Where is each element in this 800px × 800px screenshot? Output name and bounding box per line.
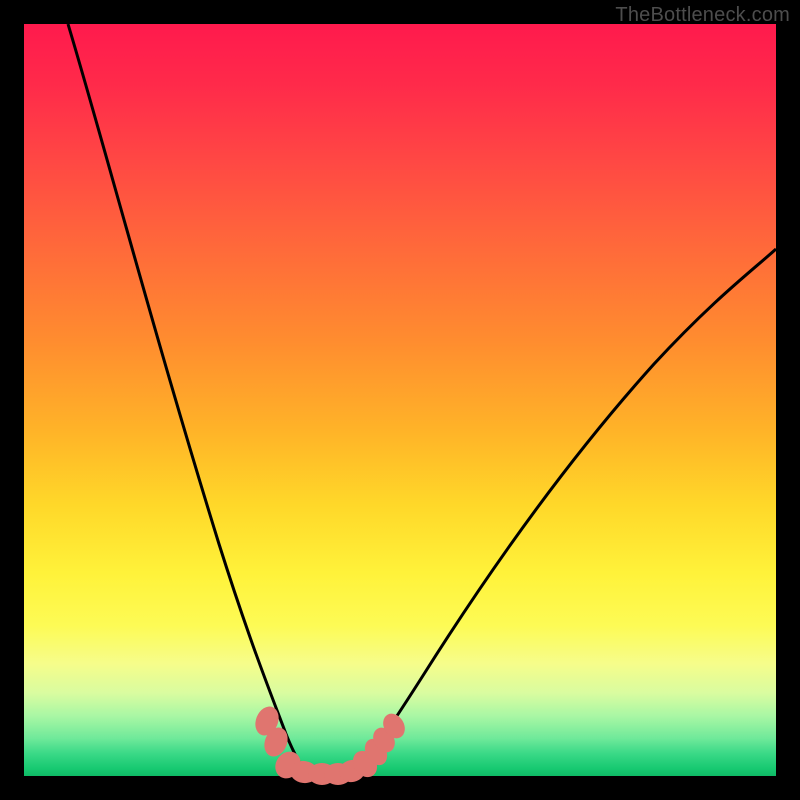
watermark-text: TheBottleneck.com <box>615 4 790 27</box>
curve-left-branch <box>68 24 305 770</box>
marker-group <box>251 703 409 785</box>
chart-svg <box>24 24 776 776</box>
chart-frame: TheBottleneck.com <box>0 0 800 800</box>
curve-right-branch <box>354 249 776 771</box>
